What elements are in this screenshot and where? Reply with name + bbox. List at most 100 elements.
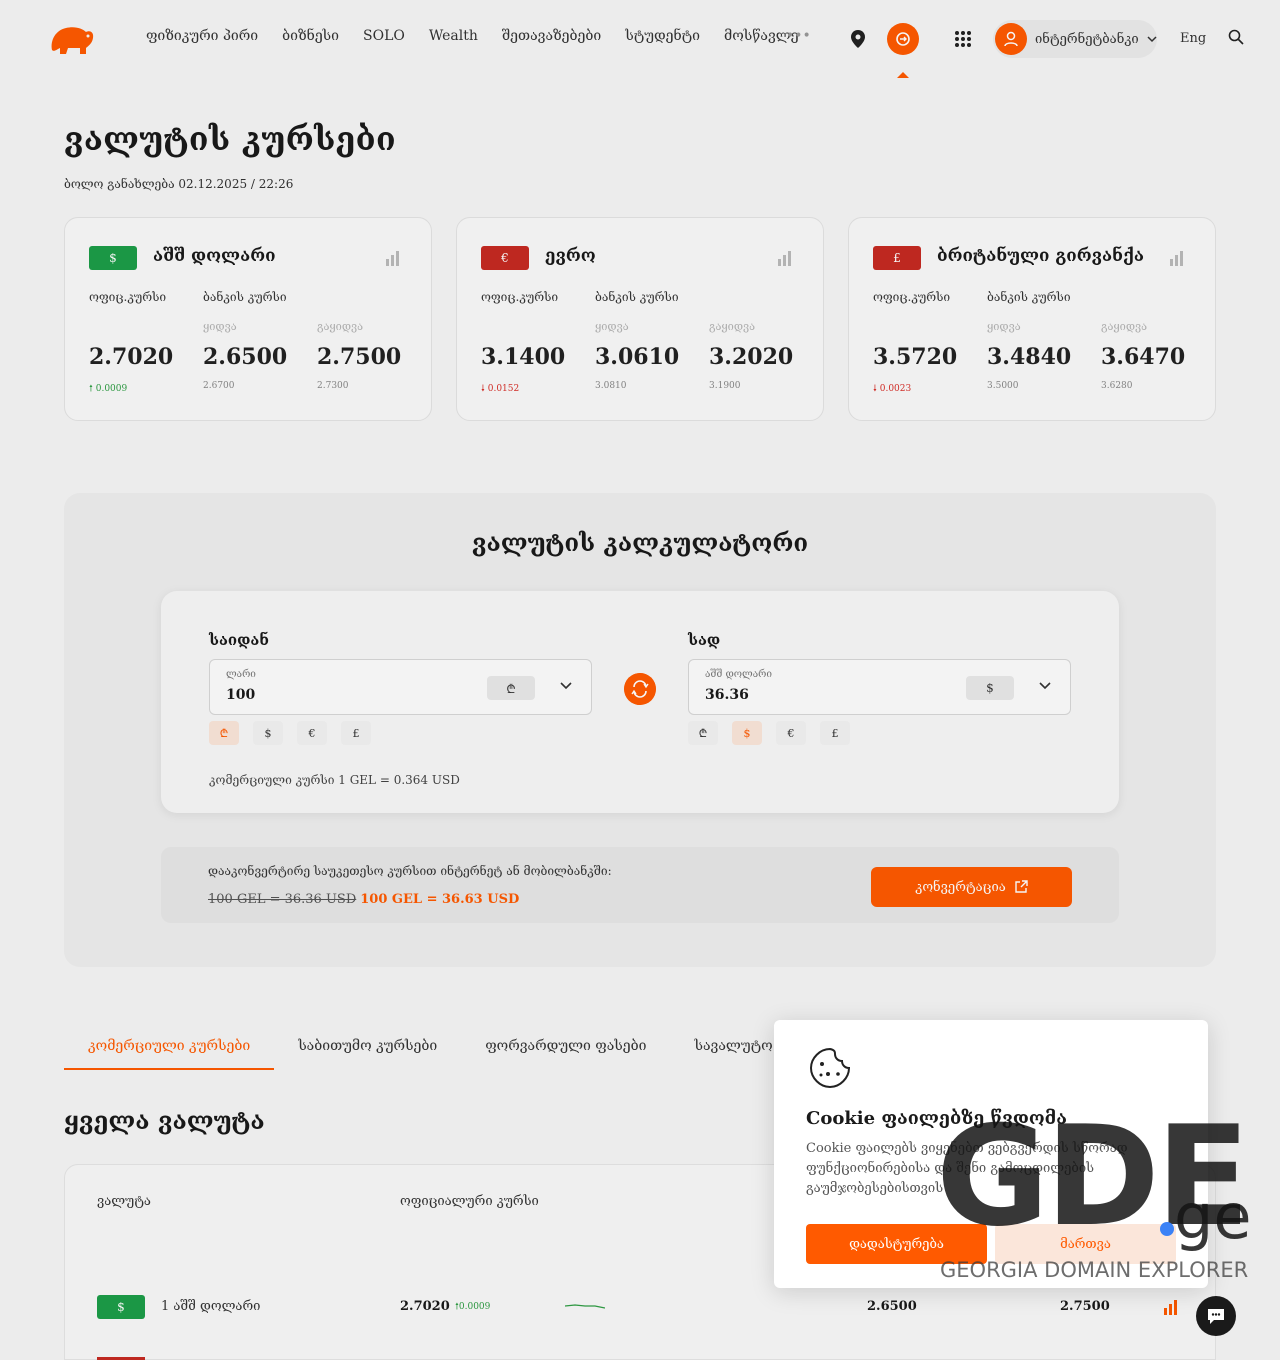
arrow-down-icon: 🠗 <box>873 384 880 394</box>
row-rate-change: 🠕0.0009 <box>455 1302 491 1312</box>
official-rate: 2.7020 <box>89 344 174 370</box>
tab-commercial[interactable]: კომერციული კურსები <box>64 1024 275 1070</box>
buy-rate: 3.0610 <box>595 344 680 370</box>
external-link-icon <box>1015 880 1028 893</box>
commercial-rate-line: კომერციული კურსი 1 GEL = 0.364 USD <box>209 773 460 787</box>
chip-gbp[interactable]: £ <box>820 721 850 745</box>
cookie-icon <box>809 1047 851 1089</box>
convert-button[interactable]: კონვერტაცია <box>871 867 1072 907</box>
bar-chart-icon[interactable] <box>777 250 793 266</box>
chevron-down-icon[interactable] <box>559 678 573 692</box>
buy-prev: 2.6700 <box>203 381 235 391</box>
currency-badge: $ <box>89 246 137 270</box>
chevron-down-icon[interactable] <box>1038 678 1052 692</box>
from-amount-field[interactable]: ლარი 100 ₾ <box>209 659 592 715</box>
internet-bank-button[interactable]: ინტერნეტბანკი <box>993 20 1157 58</box>
chip-gel[interactable]: ₾ <box>688 721 718 745</box>
cookie-dialog: Cookie ფაილებზე წვდომა Cookie ფაილებს ვი… <box>774 1020 1208 1288</box>
nav-item[interactable]: SOLO <box>363 28 405 44</box>
sell-prev: 3.6280 <box>1101 381 1133 391</box>
page-title: ვალუტის კურსები <box>64 120 396 158</box>
to-field-label: აშშ დოლარი <box>705 669 772 680</box>
calculator-title: ვალუტის კალკულატორი <box>471 528 809 557</box>
sell-rate: 3.2020 <box>709 344 794 370</box>
arrow-up-icon: 🠕 <box>89 384 96 394</box>
rate-change: 🠕 0.0009 <box>89 384 128 394</box>
accept-cookies-button[interactable]: დადასტურება <box>806 1224 987 1264</box>
buy-rate: 2.6500 <box>203 344 288 370</box>
currency-name: ევრო <box>545 246 596 266</box>
manage-cookies-button[interactable]: მართვა <box>995 1224 1176 1264</box>
cookie-body: Cookie ფაილებს ვიყენებთ ვებგვერდის სწორა… <box>806 1141 1128 1196</box>
to-amount-value[interactable]: 36.36 <box>705 687 749 703</box>
to-amount-field[interactable]: აშშ დოლარი 36.36 $ <box>688 659 1071 715</box>
nav-item[interactable]: ბიზნესი <box>282 28 339 44</box>
sell-prev: 3.1900 <box>709 381 741 391</box>
chip-gel[interactable]: ₾ <box>209 721 239 745</box>
old-rate: 100 GEL = 36.36 USD <box>208 892 357 907</box>
to-label: სად <box>688 631 721 649</box>
search-icon[interactable] <box>1227 28 1245 46</box>
chip-usd[interactable]: $ <box>253 721 283 745</box>
tab-wholesale[interactable]: საბითუმო კურსები <box>274 1024 461 1070</box>
main-nav: ფიზიკური პირი ბიზნესი SOLO Wealth შეთავა… <box>146 28 799 44</box>
site-header: ფიზიკური პირი ბიზნესი SOLO Wealth შეთავა… <box>0 0 1280 78</box>
calculator-card: საიდან სად ლარი 100 ₾ ₾ $ € £ აშშ დოლარი… <box>161 591 1119 813</box>
from-label: საიდან <box>209 631 269 649</box>
apps-grid-icon[interactable] <box>953 29 973 49</box>
currency-badge: $ <box>97 1295 145 1319</box>
sell-prev: 2.7300 <box>317 381 349 391</box>
more-menu-icon[interactable]: ••• <box>786 28 811 44</box>
bar-chart-icon[interactable] <box>385 250 401 266</box>
buy-prev: 3.0810 <box>595 381 627 391</box>
currency-badge: £ <box>873 246 921 270</box>
currency-card-gbp: £ ბრიტანული გირვანქა ოფიც.კურსი ბანკის კ… <box>848 217 1216 421</box>
chat-button[interactable] <box>1196 1296 1236 1336</box>
bank-rate-label: ბანკის კურსი <box>595 290 679 304</box>
chat-bubble-icon <box>1208 1309 1224 1324</box>
new-rate: 100 GEL = 36.63 USD <box>360 892 520 907</box>
chip-eur[interactable]: € <box>776 721 806 745</box>
convert-button-label: კონვერტაცია <box>915 879 1006 895</box>
sparkline <box>565 1304 605 1309</box>
sell-rate: 2.7500 <box>317 344 402 370</box>
chip-gbp[interactable]: £ <box>341 721 371 745</box>
from-amount-value[interactable]: 100 <box>226 687 255 703</box>
official-rate: 3.1400 <box>481 344 566 370</box>
rate-change: 🠗 0.0152 <box>481 384 520 394</box>
promo-rates: 100 GEL = 36.36 USD 100 GEL = 36.63 USD <box>208 892 519 907</box>
chip-eur[interactable]: € <box>297 721 327 745</box>
nav-item[interactable]: შეთავაზებები <box>502 28 601 44</box>
official-rate-label: ოფიც.კურსი <box>89 290 167 304</box>
buy-label: ყიდვა <box>987 320 1021 333</box>
rates-tabs: კომერციული კურსები საბითუმო კურსები ფორვ… <box>64 1024 869 1070</box>
currency-exchange-icon[interactable] <box>887 23 919 55</box>
buy-rate: 3.4840 <box>987 344 1072 370</box>
internet-bank-label: ინტერნეტბანკი <box>1035 31 1139 47</box>
chip-usd[interactable]: $ <box>732 721 762 745</box>
currency-badge: € <box>481 246 529 270</box>
tab-forward[interactable]: ფორვარდული ფასები <box>461 1024 670 1070</box>
row-sell-rate: 2.7500 <box>1060 1299 1110 1314</box>
swap-currencies-icon[interactable] <box>624 673 656 705</box>
nav-item[interactable]: Wealth <box>429 28 478 44</box>
from-currency-chips: ₾ $ € £ <box>209 721 371 745</box>
currency-card-eur: € ევრო ოფიც.კურსი ბანკის კურსი ყიდვა გაყ… <box>456 217 824 421</box>
official-rate-label: ოფიც.კურსი <box>873 290 951 304</box>
buy-prev: 3.5000 <box>987 381 1019 391</box>
language-switch[interactable]: Eng <box>1180 31 1206 46</box>
currency-name: ბრიტანული გირვანქა <box>937 246 1144 266</box>
bog-lion-logo[interactable] <box>46 22 96 58</box>
sell-rate: 3.6470 <box>1101 344 1186 370</box>
location-pin-icon[interactable] <box>850 30 866 48</box>
last-updated: ბოლო განახლება 02.12.2025 / 22:26 <box>64 177 294 191</box>
nav-item[interactable]: სტუდენტი <box>625 28 700 44</box>
column-header-currency: ვალუტა <box>97 1194 151 1209</box>
sell-label: გაყიდვა <box>317 320 364 333</box>
buy-label: ყიდვა <box>595 320 629 333</box>
nav-item[interactable]: ფიზიკური პირი <box>146 28 258 44</box>
chevron-down-icon <box>1147 33 1157 46</box>
bar-chart-icon[interactable] <box>1163 1299 1179 1315</box>
bar-chart-icon[interactable] <box>1169 250 1185 266</box>
bank-rate-label: ბანკის კურსი <box>987 290 1071 304</box>
